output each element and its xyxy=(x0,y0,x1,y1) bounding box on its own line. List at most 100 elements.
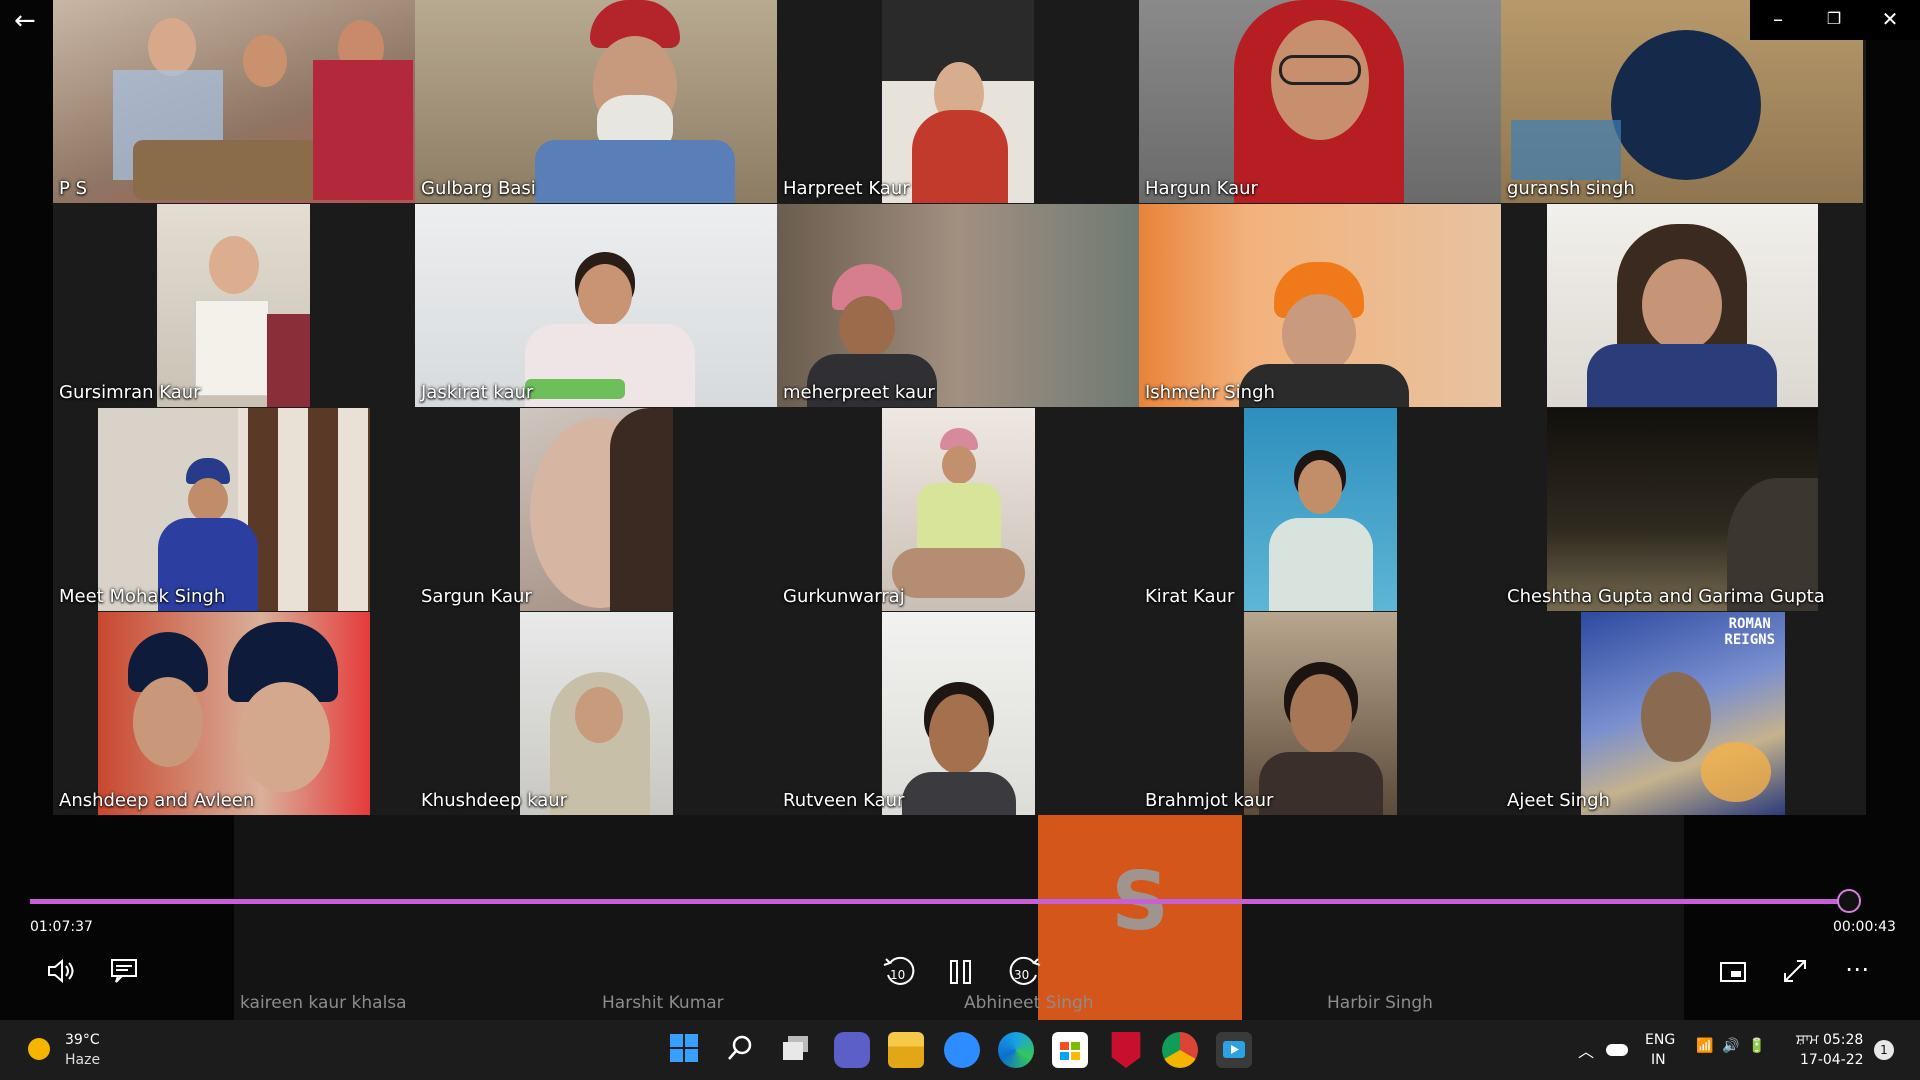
participant-video xyxy=(1547,204,1818,407)
language-top[interactable]: ENG xyxy=(1645,1032,1675,1048)
captions-icon[interactable] xyxy=(108,958,140,991)
participant-tile: Anshdeep and Avleen xyxy=(53,612,415,815)
participant-name: Gulbarg Basi xyxy=(421,178,536,199)
weather-temp[interactable]: 39°C xyxy=(65,1032,100,1048)
participant-tile: Kirat Kaur xyxy=(1139,408,1501,611)
participant-video xyxy=(520,408,673,611)
participant-name: Anshdeep and Avleen xyxy=(59,790,255,811)
participant-tile: Jaskirat kaur xyxy=(415,204,777,407)
participant-video: ROMAN REIGNS xyxy=(1581,612,1785,815)
participant-tile: meherpreet kaur xyxy=(777,204,1139,407)
participant-tile: Hargun Kaur xyxy=(1139,0,1501,203)
participant-name: Sargun Kaur xyxy=(421,586,532,607)
participant-tile: ROMAN REIGNS Ajeet Singh xyxy=(1501,612,1863,815)
rewind-10-icon[interactable]: 10 xyxy=(880,955,920,996)
edge-icon[interactable] xyxy=(998,1032,1034,1068)
participant-name: Gursimran Kaur xyxy=(59,382,201,403)
participant-video xyxy=(882,612,1035,815)
chrome-icon[interactable] xyxy=(1162,1032,1198,1068)
participant-video xyxy=(1139,204,1501,407)
participant-name: Meet Mohak Singh xyxy=(59,586,226,607)
participant-tile: Khushdeep kaur xyxy=(415,612,777,815)
participant-name: Rutveen Kaur xyxy=(783,790,905,811)
seek-thumb[interactable] xyxy=(1837,889,1862,913)
participant-video xyxy=(157,204,310,407)
wifi-icon[interactable]: 📶 xyxy=(1696,1038,1713,1054)
rewind-seconds: 10 xyxy=(890,968,906,982)
file-explorer-icon[interactable] xyxy=(888,1032,924,1068)
participant-video xyxy=(1139,0,1501,203)
weather-icon xyxy=(28,1038,50,1060)
participant-video xyxy=(415,0,777,203)
language-bottom: IN xyxy=(1651,1052,1666,1068)
miniplayer-icon[interactable] xyxy=(1718,960,1748,990)
participant-name: Hargun Kaur xyxy=(1145,178,1258,199)
participant-video xyxy=(1244,408,1397,611)
participant-name: Harpreet Kaur xyxy=(783,178,910,199)
battery-icon[interactable]: 🔋 xyxy=(1748,1038,1765,1054)
fullscreen-icon[interactable] xyxy=(1780,957,1810,992)
participant-video xyxy=(882,0,1034,203)
participant-name: P S xyxy=(59,178,88,199)
search-icon[interactable] xyxy=(724,1032,760,1068)
participant-name: Brahmjot kaur xyxy=(1145,790,1274,811)
participant-name: guransh singh xyxy=(1507,178,1635,199)
onedrive-icon[interactable] xyxy=(1606,1044,1628,1056)
restore-icon[interactable]: ❐ xyxy=(1806,0,1862,40)
video-stage: P S Gulbarg Basi Harpreet Kaur Hargun Ka… xyxy=(0,0,1920,1020)
forward-30-icon[interactable]: 30 xyxy=(1004,955,1044,996)
notification-badge[interactable]: 1 xyxy=(1874,1040,1894,1060)
pause-icon[interactable] xyxy=(948,958,974,993)
window-controls: – ❐ ✕ xyxy=(1750,0,1920,40)
participant-name: Cheshtha Gupta and Garima Gupta xyxy=(1507,586,1825,607)
participant-video xyxy=(1547,408,1818,611)
chat-icon[interactable] xyxy=(834,1032,870,1068)
participant-name: Jaskirat kaur xyxy=(421,382,534,403)
participant-name: Harshit Kumar xyxy=(602,993,724,1013)
participant-tile: Cheshtha Gupta and Garima Gupta xyxy=(1501,408,1863,611)
forward-seconds: 30 xyxy=(1014,968,1030,982)
avatar-tile: S xyxy=(1038,815,1242,1020)
participant-grid: P S Gulbarg Basi Harpreet Kaur Hargun Ka… xyxy=(53,0,1866,815)
speaker-icon[interactable]: 🔊 xyxy=(1722,1038,1739,1054)
clock-date: 17-04-22 xyxy=(1800,1052,1864,1068)
participant-video xyxy=(777,204,1139,407)
participant-tile: Harpreet Kaur xyxy=(777,0,1139,203)
participant-name: Abhineet Singh xyxy=(964,993,1094,1013)
remaining-time: 00:00:43 xyxy=(1833,919,1896,935)
elapsed-time: 01:07:37 xyxy=(30,919,93,935)
more-icon[interactable]: ⋯ xyxy=(1842,955,1872,983)
task-view-icon[interactable] xyxy=(780,1032,816,1068)
participant-tile: Gursimran Kaur xyxy=(53,204,415,407)
weather-desc: Haze xyxy=(65,1052,101,1068)
clock-time[interactable]: ਸ਼ਾਮ 05:28 xyxy=(1796,1032,1863,1048)
participant-tile: Gurkunwarraj xyxy=(777,408,1139,611)
notification-count: 1 xyxy=(1880,1043,1888,1057)
seek-bar[interactable] xyxy=(30,889,1862,913)
store-icon[interactable] xyxy=(1052,1032,1088,1068)
participant-name: Ajeet Singh xyxy=(1507,790,1610,811)
poster-line-2: REIGNS xyxy=(1724,632,1775,648)
participant-name: kaireen kaur khalsa xyxy=(240,993,407,1013)
chevron-up-icon[interactable]: ︿ xyxy=(1578,1038,1594,1062)
participant-name: Gurkunwarraj xyxy=(783,586,905,607)
participant-name: Khushdeep kaur xyxy=(421,790,568,811)
participant-tile: Rutveen Kaur xyxy=(777,612,1139,815)
participant-tile: Sargun Kaur xyxy=(415,408,777,611)
participant-name: Harbir Singh xyxy=(1327,993,1433,1013)
windows-start-icon[interactable] xyxy=(668,1032,704,1068)
participant-tile: Gulbarg Basi xyxy=(415,0,777,203)
participant-video xyxy=(882,408,1035,611)
participant-tile: Meet Mohak Singh xyxy=(53,408,415,611)
participant-video xyxy=(53,0,415,203)
volume-icon[interactable] xyxy=(44,957,78,992)
seek-progress xyxy=(30,899,1850,904)
back-arrow-icon[interactable]: ← xyxy=(14,6,36,36)
zoom-icon[interactable] xyxy=(944,1032,980,1068)
minimize-icon[interactable]: – xyxy=(1750,0,1806,40)
poster-title: ROMAN REIGNS xyxy=(1724,616,1775,648)
close-icon[interactable]: ✕ xyxy=(1862,0,1918,40)
participant-tile xyxy=(1501,204,1863,407)
participant-tile: P S xyxy=(53,0,415,203)
media-player-icon[interactable] xyxy=(1216,1032,1252,1068)
